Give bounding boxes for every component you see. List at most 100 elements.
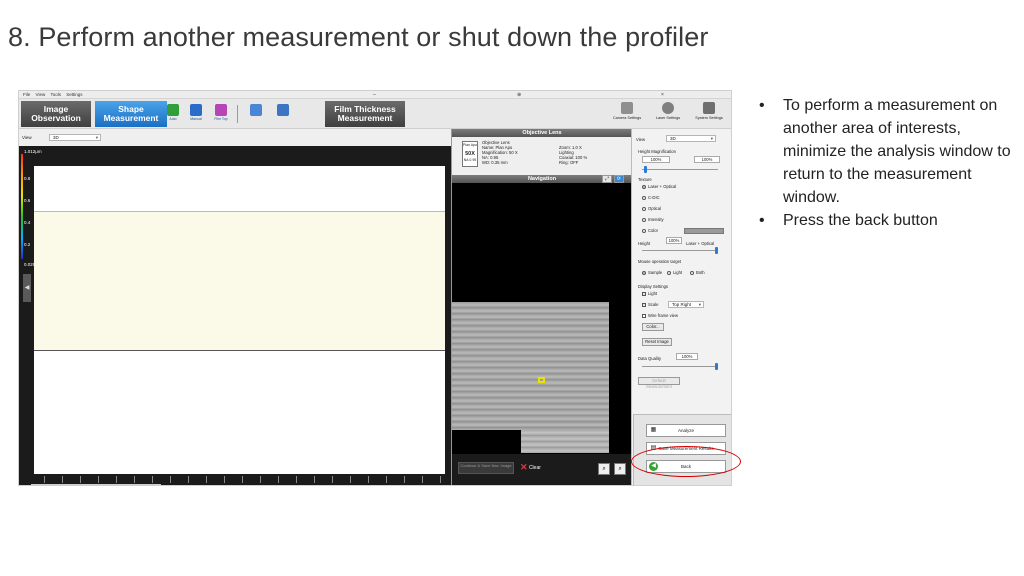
pin-icon[interactable]: ⊕ bbox=[517, 92, 521, 98]
objective-info: Plan Apo 50X NA 0.95 Objective Lens Name… bbox=[452, 137, 632, 175]
lens-na: NA 0.95 bbox=[463, 158, 477, 162]
navigation-image[interactable] bbox=[452, 302, 609, 458]
height-mag-label: Height Magnification bbox=[638, 149, 676, 154]
wireframe-checkbox[interactable]: Wire frame view bbox=[642, 313, 678, 318]
clear-label: Clear bbox=[528, 464, 541, 471]
ribbon: Image Observation Shape Measurement Auto… bbox=[19, 99, 731, 129]
nav-refresh-button[interactable]: ⟳ bbox=[614, 175, 624, 183]
mouse-option[interactable]: Sample bbox=[642, 270, 662, 275]
nav-pin-button[interactable]: ⤢ bbox=[602, 175, 612, 183]
view-select[interactable]: 3D ▾ bbox=[49, 134, 101, 141]
texture-option[interactable]: C-DIC bbox=[642, 195, 660, 200]
texture-option-label: Intensity bbox=[648, 217, 664, 222]
sample-surface-band bbox=[34, 211, 445, 351]
texture-option-label: C-DIC bbox=[648, 195, 660, 200]
tab-shape-measurement[interactable]: Shape Measurement bbox=[95, 101, 167, 127]
obj-ring: Ring: OFF bbox=[559, 160, 579, 165]
mouse-target-label: Mouse operation target bbox=[638, 259, 682, 264]
checkbox bbox=[642, 313, 646, 318]
chevron-down-icon: ▾ bbox=[698, 302, 701, 307]
scale-checkbox[interactable]: Scale bbox=[642, 302, 658, 307]
scale-label: 0.4 bbox=[24, 220, 31, 225]
nav-image-tile bbox=[521, 430, 609, 453]
wireframe-label: Wire frame view bbox=[648, 313, 679, 318]
height-input[interactable]: 100% bbox=[666, 237, 682, 244]
mouse-option-label: Light bbox=[673, 270, 683, 275]
view-label: View bbox=[636, 137, 646, 142]
radio bbox=[642, 217, 646, 222]
tab-image-observation[interactable]: Image Observation bbox=[21, 101, 91, 127]
texture-label: Texture bbox=[638, 177, 652, 182]
manual-mode-button[interactable]: Manual bbox=[185, 104, 207, 121]
mouse-option-label: Sample bbox=[648, 270, 663, 275]
layout-icon bbox=[250, 104, 262, 116]
manual-mode-label: Manual bbox=[190, 117, 202, 121]
clear-button[interactable]: ✕ Clear bbox=[520, 462, 541, 473]
close-icon[interactable]: × bbox=[661, 92, 664, 98]
tab-label: Image Observation bbox=[31, 104, 81, 123]
system-settings-button[interactable]: System Settings bbox=[689, 102, 729, 120]
bullet-item: To perform a measurement on another area… bbox=[757, 94, 1017, 209]
height-slider-thumb[interactable] bbox=[715, 247, 718, 254]
camera-settings-label: Camera Settings bbox=[612, 116, 642, 120]
close-icon: ✕ bbox=[520, 462, 528, 472]
texture-option[interactable]: Color bbox=[642, 228, 658, 233]
menu-settings[interactable]: Settings bbox=[66, 92, 82, 97]
view-3d-pane: View 3D ▾ 1.012μm 0.8 0.6 0.4 0.2 0.029 … bbox=[19, 129, 451, 485]
color-swatch[interactable] bbox=[684, 228, 724, 234]
texture-option[interactable]: Laser + Optical bbox=[642, 184, 676, 189]
horizontal-scrollbar[interactable] bbox=[31, 484, 161, 485]
settings-view-select[interactable]: 3D ▾ bbox=[666, 135, 716, 142]
data-quality-slider-thumb[interactable] bbox=[715, 363, 718, 370]
lens-mag: 50X bbox=[465, 151, 475, 157]
camera-settings-button[interactable]: Camera Settings bbox=[607, 102, 647, 120]
height-mag-slider-thumb[interactable] bbox=[644, 166, 647, 173]
reset-image-button[interactable]: Reset Image bbox=[642, 338, 672, 346]
data-quality-input[interactable]: 100% bbox=[676, 353, 698, 360]
objective-navigation-pane: Objective Lens Plan Apo 50X NA 0.95 Obje… bbox=[451, 129, 632, 485]
menu-view[interactable]: View bbox=[36, 92, 46, 97]
zoom-out-icon[interactable]: ⌕ bbox=[614, 463, 626, 475]
settings-view-value: 3D bbox=[670, 136, 676, 141]
height-slider[interactable] bbox=[642, 250, 718, 251]
auto-mode-button[interactable]: Auto bbox=[162, 104, 184, 121]
radio-selected bbox=[642, 270, 646, 275]
menu-file[interactable]: File bbox=[23, 92, 30, 97]
zoom-in-icon[interactable]: ⌕ bbox=[598, 463, 610, 475]
chevron-down-icon: ▾ bbox=[710, 136, 713, 141]
radio bbox=[690, 270, 694, 275]
save-nav-image-button[interactable]: Continue & Save Nav. Image bbox=[458, 462, 514, 474]
minimize-icon[interactable]: – bbox=[373, 92, 376, 98]
scale-max-label: 1.012μm bbox=[24, 149, 42, 154]
texture-option[interactable]: Intensity bbox=[642, 217, 664, 222]
mouse-option[interactable]: Both bbox=[690, 270, 705, 275]
compare-button[interactable] bbox=[272, 104, 294, 117]
checkbox-checked bbox=[642, 291, 646, 296]
instruction-notes: To perform a measurement on another area… bbox=[757, 94, 1017, 232]
menu-tools[interactable]: Tools bbox=[50, 92, 61, 97]
tab-label: Film Thickness Measurement bbox=[334, 104, 396, 123]
height-mag-max-input[interactable]: 100% bbox=[694, 156, 720, 163]
light-checkbox[interactable]: Light bbox=[642, 291, 657, 296]
slide-title: 8. Perform another measurement or shut d… bbox=[8, 22, 709, 52]
collapse-arrow-icon[interactable]: ◀ bbox=[23, 274, 31, 302]
surface-image[interactable] bbox=[34, 166, 445, 474]
texture-option[interactable]: Optical bbox=[642, 206, 661, 211]
mouse-option[interactable]: Light bbox=[667, 270, 682, 275]
analyze-button[interactable]: ▦ Analyze bbox=[646, 424, 726, 437]
laser-settings-button[interactable]: Laser Settings bbox=[648, 102, 688, 120]
chevron-down-icon: ▾ bbox=[95, 135, 98, 140]
height-mag-slider[interactable] bbox=[642, 169, 718, 170]
height-mag-input[interactable]: 100% bbox=[642, 156, 670, 163]
manual-mode-icon bbox=[190, 104, 202, 116]
view-select-value: 3D bbox=[53, 135, 59, 140]
scale-position-select[interactable]: Top Right ▾ bbox=[668, 301, 704, 308]
color-button[interactable]: Color... bbox=[642, 323, 664, 331]
obj-wd: WD: 0.35 mm bbox=[482, 160, 508, 165]
tab-film-thickness-measurement[interactable]: Film Thickness Measurement bbox=[325, 101, 405, 127]
navigation-controls: Continue & Save Nav. Image ✕ Clear ⌕ ⌕ bbox=[452, 454, 632, 485]
layout-button[interactable] bbox=[245, 104, 267, 117]
film-top-button[interactable]: Film Top bbox=[210, 104, 232, 121]
auto-mode-label: Auto bbox=[169, 117, 177, 121]
data-quality-slider[interactable] bbox=[642, 366, 718, 367]
